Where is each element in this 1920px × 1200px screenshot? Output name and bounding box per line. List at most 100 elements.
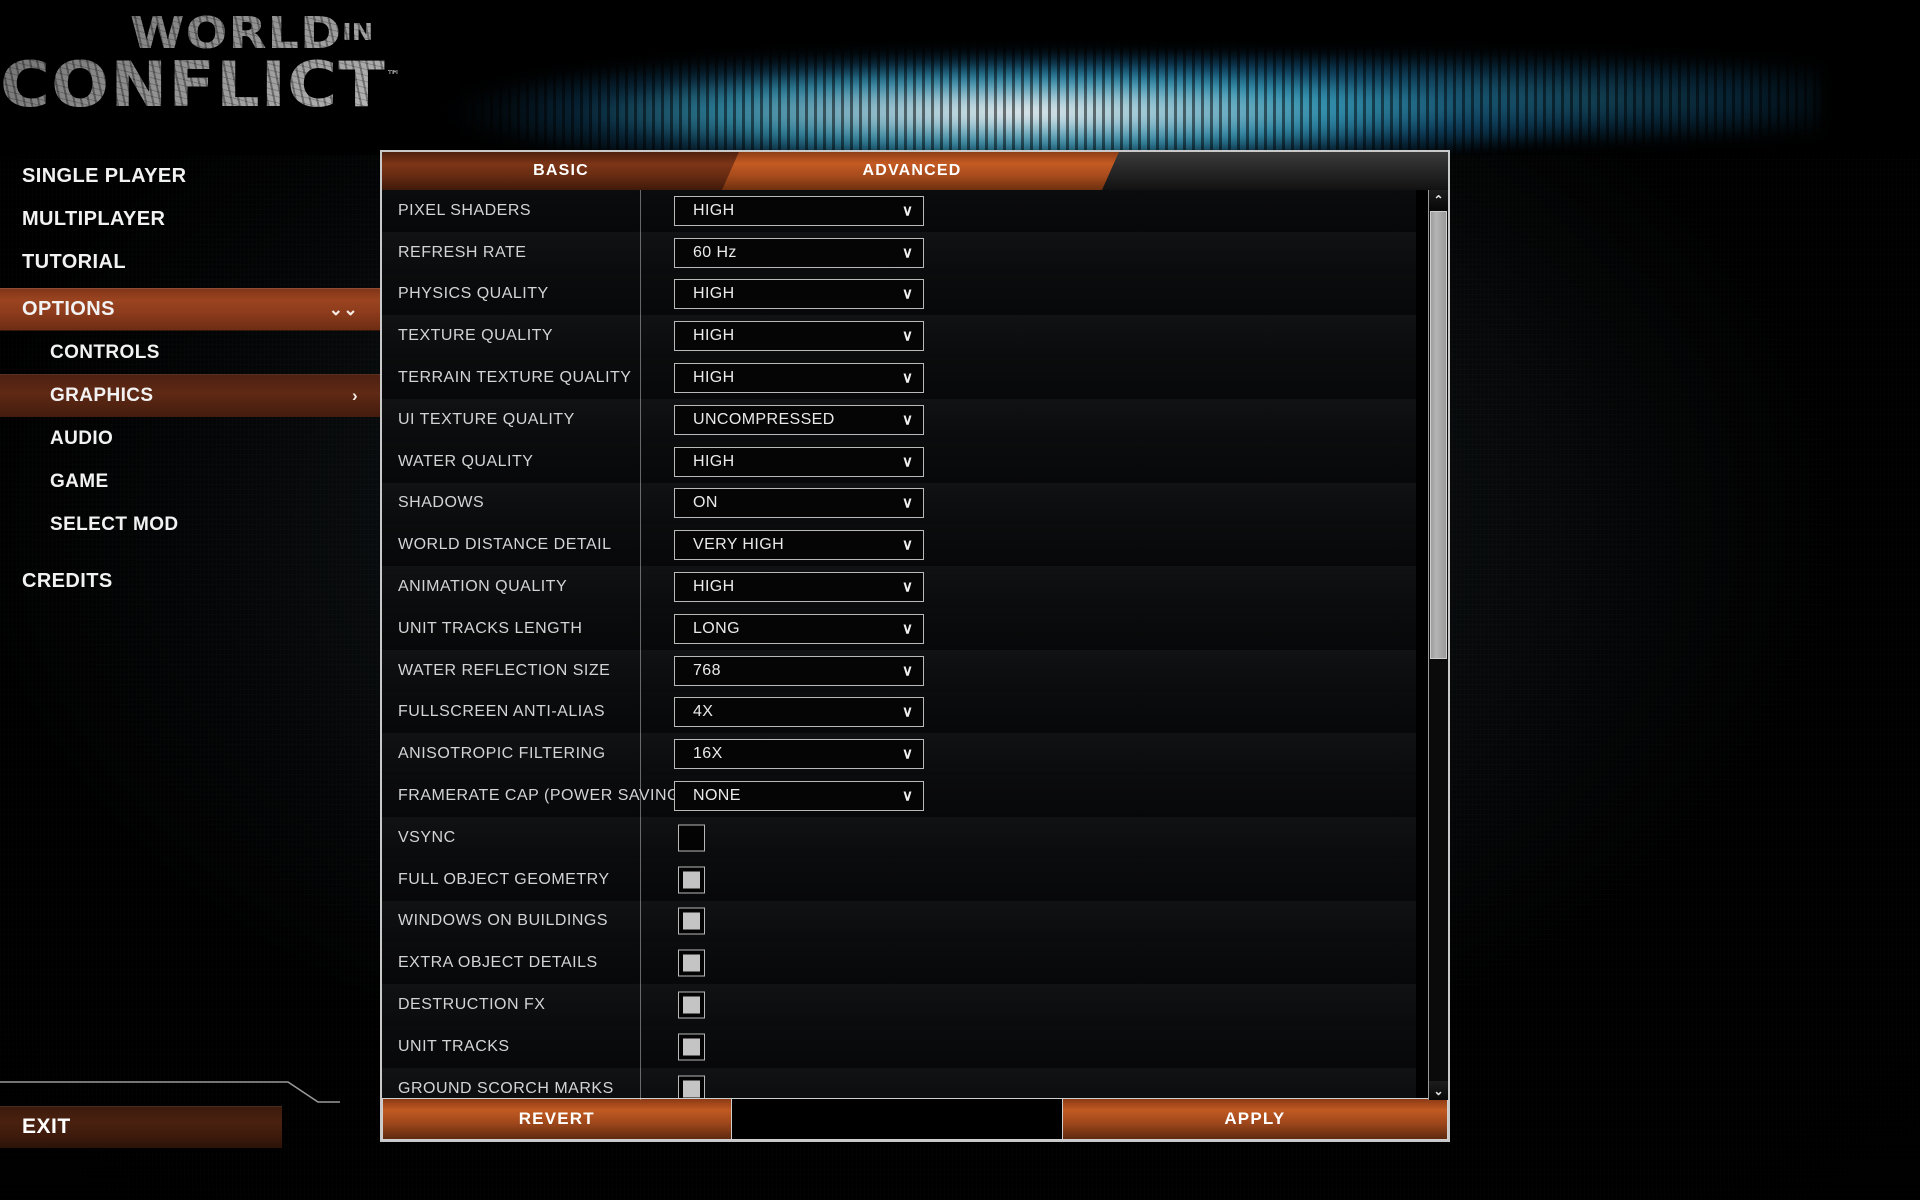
sidebar-item-audio[interactable]: AUDIO	[0, 417, 380, 460]
chevron-down-icon: ∨	[902, 536, 913, 554]
setting-label: UNIT TRACKS LENGTH	[398, 619, 583, 637]
sidebar-item-label: CREDITS	[22, 570, 113, 592]
setting-label: DESTRUCTION FX	[398, 996, 546, 1014]
chevron-down-icon: ∨	[902, 787, 913, 805]
setting-dropdown[interactable]: VERY HIGH ∨	[674, 530, 924, 561]
setting-dropdown[interactable]: HIGH ∨	[674, 446, 924, 477]
setting-dropdown[interactable]: ON ∨	[674, 488, 924, 519]
chevron-down-icon: ∨	[902, 285, 913, 303]
setting-dropdown-value: HIGH	[693, 578, 735, 596]
setting-label: WATER QUALITY	[398, 452, 534, 470]
setting-row: TEXTURE QUALITY HIGH ∨	[382, 315, 1416, 358]
tab-basic[interactable]: BASIC	[382, 152, 773, 190]
apply-button[interactable]: APPLY	[1061, 1098, 1448, 1140]
setting-checkbox[interactable]	[678, 907, 705, 935]
game-menu-screen: WORLDIN CONFLICT™ SINGLE PLAYERMULTIPLAY…	[0, 0, 1920, 1200]
setting-control-cell	[640, 817, 1416, 859]
tab-basic-label: BASIC	[533, 162, 589, 179]
setting-row: UI TEXTURE QUALITY UNCOMPRESSED ∨	[382, 398, 1416, 441]
setting-control-cell: 60 Hz ∨	[640, 232, 1416, 274]
chevron-down-icon: ∨	[902, 411, 913, 429]
scrollbar-thumb[interactable]	[1430, 211, 1447, 659]
sidebar-item-credits[interactable]: CREDITS	[0, 560, 380, 603]
sidebar-item-controls[interactable]: CONTROLS	[0, 331, 380, 374]
setting-dropdown[interactable]: HIGH ∨	[674, 321, 924, 352]
setting-dropdown-value: UNCOMPRESSED	[693, 410, 835, 428]
setting-checkbox[interactable]	[678, 1033, 705, 1061]
tab-advanced-label: ADVANCED	[862, 162, 962, 179]
setting-control-cell	[640, 901, 1416, 943]
exit-area: EXIT	[0, 1081, 340, 1148]
setting-control-cell: NONE ∨	[640, 775, 1416, 817]
chevron-down-icon: ∨	[902, 494, 913, 512]
tab-advanced[interactable]: ADVANCED	[722, 152, 1119, 190]
setting-checkbox[interactable]	[678, 991, 705, 1019]
chevron-down-icon: ∨	[902, 453, 913, 471]
setting-control-cell: HIGH ∨	[640, 190, 1416, 232]
scroll-up-arrow-icon[interactable]: ⌃	[1429, 190, 1448, 209]
sidebar-item-tutorial[interactable]: TUTORIAL	[0, 241, 380, 284]
setting-row: PIXEL SHADERS HIGH ∨	[382, 190, 1416, 232]
setting-dropdown[interactable]: 4X ∨	[674, 697, 924, 728]
setting-checkbox[interactable]	[678, 824, 705, 852]
setting-label: EXTRA OBJECT DETAILS	[398, 954, 598, 972]
sidebar-item-game[interactable]: GAME	[0, 460, 380, 503]
chevron-down-icon: ∨	[902, 202, 913, 220]
sidebar-item-graphics[interactable]: GRAPHICS ›	[0, 374, 380, 417]
setting-checkbox[interactable]	[678, 949, 705, 977]
setting-dropdown[interactable]: 16X ∨	[674, 739, 924, 770]
exit-button-label: EXIT	[22, 1115, 71, 1138]
setting-row: REFRESH RATE 60 Hz ∨	[382, 231, 1416, 274]
chevron-down-icon: ∨	[902, 703, 913, 721]
setting-dropdown[interactable]: HIGH ∨	[674, 279, 924, 310]
setting-dropdown[interactable]: 60 Hz ∨	[674, 237, 924, 268]
setting-label: PHYSICS QUALITY	[398, 285, 549, 303]
sidebar-item-options[interactable]: OPTIONS ⌄⌄	[0, 288, 380, 331]
setting-row: WATER QUALITY HIGH ∨	[382, 440, 1416, 483]
setting-dropdown[interactable]: HIGH ∨	[674, 195, 924, 226]
settings-rows: PIXEL SHADERS HIGH ∨ REFRESH RATE 60 Hz ∨ PHYS…	[382, 190, 1416, 1100]
setting-dropdown[interactable]: LONG ∨	[674, 613, 924, 644]
setting-control-cell: LONG ∨	[640, 608, 1416, 650]
setting-control-cell: HIGH ∨	[640, 274, 1416, 316]
setting-dropdown-value: HIGH	[693, 369, 735, 387]
setting-label: WINDOWS ON BUILDINGS	[398, 912, 609, 930]
setting-dropdown[interactable]: 768 ∨	[674, 655, 924, 686]
sidebar-item-select-mod[interactable]: SELECT MOD	[0, 503, 380, 546]
setting-row: WINDOWS ON BUILDINGS	[382, 900, 1416, 943]
sidebar-item-label: SINGLE PLAYER	[22, 165, 187, 187]
column-divider	[640, 190, 641, 1100]
setting-dropdown-value: ON	[693, 494, 718, 512]
setting-dropdown[interactable]: NONE ∨	[674, 781, 924, 812]
setting-row: SHADOWS ON ∨	[382, 482, 1416, 525]
settings-scrollbar[interactable]: ⌃ ⌄	[1428, 190, 1448, 1100]
setting-checkbox[interactable]	[678, 1075, 705, 1100]
panel-button-bar: REVERT APPLY	[382, 1098, 1448, 1140]
setting-dropdown-value: 60 Hz	[693, 243, 737, 261]
setting-control-cell: HIGH ∨	[640, 441, 1416, 483]
main-navigation-sidebar: SINGLE PLAYER MULTIPLAYER TUTORIAL OPTIONS ⌄…	[0, 155, 380, 1115]
setting-label: FRAMERATE CAP (POWER SAVING)	[398, 787, 686, 805]
setting-dropdown-value: HIGH	[693, 327, 735, 345]
setting-dropdown[interactable]: HIGH ∨	[674, 363, 924, 394]
sidebar-item-multiplayer[interactable]: MULTIPLAYER	[0, 198, 380, 241]
setting-dropdown[interactable]: HIGH ∨	[674, 572, 924, 603]
setting-label: UNIT TRACKS	[398, 1037, 510, 1055]
chevron-down-icon: ∨	[902, 745, 913, 763]
setting-dropdown-value: 16X	[693, 745, 723, 763]
sidebar-item-label: TUTORIAL	[22, 251, 126, 273]
setting-row: EXTRA OBJECT DETAILS	[382, 942, 1416, 985]
exit-button[interactable]: EXIT	[0, 1106, 282, 1148]
setting-row: GROUND SCORCH MARKS	[382, 1067, 1416, 1100]
sidebar-item-single-player[interactable]: SINGLE PLAYER	[0, 155, 380, 198]
setting-label: FULL OBJECT GEOMETRY	[398, 870, 610, 888]
setting-dropdown[interactable]: UNCOMPRESSED ∨	[674, 404, 924, 435]
scroll-down-arrow-icon[interactable]: ⌄	[1429, 1081, 1448, 1100]
setting-checkbox[interactable]	[678, 866, 705, 894]
setting-row: UNIT TRACKS LENGTH LONG ∨	[382, 607, 1416, 650]
setting-row: UNIT TRACKS	[382, 1025, 1416, 1068]
tab-bar-filler	[1082, 152, 1448, 190]
setting-control-cell: HIGH ∨	[640, 566, 1416, 608]
revert-button[interactable]: REVERT	[382, 1098, 732, 1140]
sidebar-item-label: GAME	[50, 470, 109, 492]
